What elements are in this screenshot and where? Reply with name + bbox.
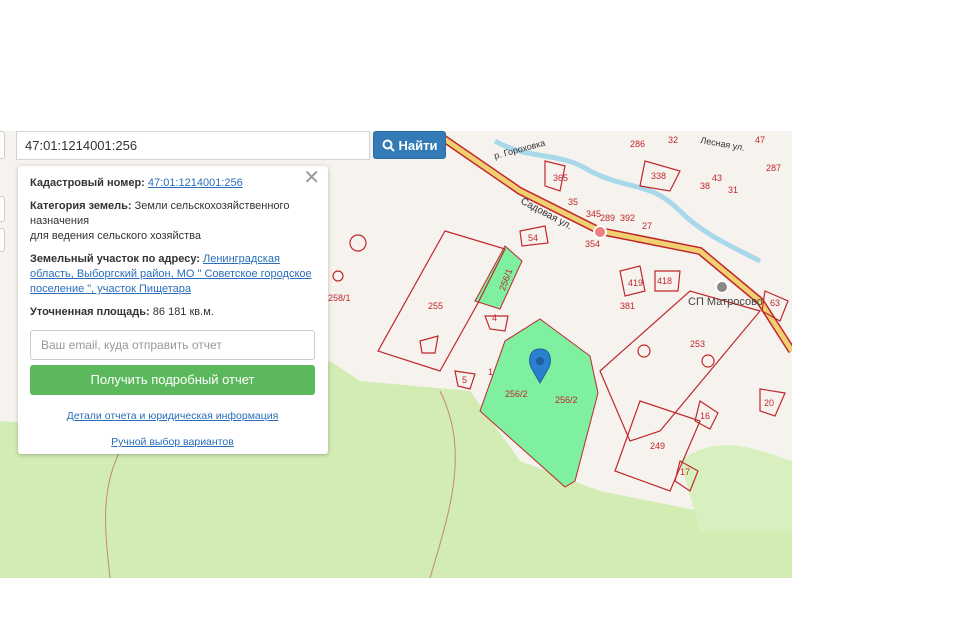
poi-icon <box>593 225 607 239</box>
parcel-label: 258/1 <box>328 293 351 303</box>
parcel-label: 392 <box>620 213 635 223</box>
parcel-label: 16 <box>700 411 710 421</box>
parcel-label: 4 <box>492 313 497 323</box>
cadastral-row: Кадастровый номер: 47:01:1214001:256 <box>30 176 316 191</box>
parcel-label: 354 <box>585 239 600 249</box>
manual-selection-link[interactable]: Ручной выбор вариантов <box>30 435 315 450</box>
parcel-label: 289 <box>600 213 615 223</box>
cadastral-link[interactable]: 47:01:1214001:256 <box>148 177 243 189</box>
find-button-label: Найти <box>398 137 438 153</box>
parcel-label: 20 <box>764 398 774 408</box>
parcel <box>349 234 367 252</box>
cadastral-label: Кадастровый номер: <box>30 177 145 189</box>
search-icon <box>382 139 395 152</box>
address-label: Земельный участок по адресу: <box>30 253 200 265</box>
search-input[interactable]: 47:01:1214001:256 <box>16 131 370 160</box>
parcel <box>701 354 715 368</box>
parcel-label: 31 <box>728 185 738 195</box>
zoom-out-button[interactable] <box>0 228 5 252</box>
parcel-label: 43 <box>712 173 722 183</box>
street-label: Лесная ул. <box>700 135 746 153</box>
parcel-label: 345 <box>586 209 601 219</box>
parcel-label: 256/2 <box>555 395 578 405</box>
parcel-label: 1 <box>488 367 493 377</box>
parcel-label: 381 <box>620 301 635 311</box>
parcel-label: 47 <box>755 135 765 145</box>
address-row: Земельный участок по адресу: Ленинградск… <box>30 252 316 297</box>
parcel-label: 63 <box>770 298 780 308</box>
email-field[interactable]: Ваш email, куда отправить отчет <box>30 330 315 360</box>
parcel-label: 54 <box>528 233 538 243</box>
parcel-label: 419 <box>628 278 643 288</box>
parcel <box>332 270 344 282</box>
parcel-label: 253 <box>690 339 705 349</box>
parcel-label: 287 <box>766 163 781 173</box>
parcel <box>637 344 651 358</box>
parcel-label: 17 <box>680 467 690 477</box>
close-icon[interactable]: ✕ <box>303 168 320 188</box>
parcel-label: 338 <box>651 171 666 181</box>
find-button[interactable]: Найти <box>373 131 446 159</box>
category-label: Категория земель: <box>30 200 132 212</box>
parcel-label: 256/2 <box>505 389 528 399</box>
area-row: Уточненная площадь: 86 181 кв.м. <box>30 305 316 320</box>
settlement-label: СП Матросово <box>688 296 763 308</box>
layer-button[interactable] <box>0 196 5 222</box>
settlement-icon <box>715 280 729 294</box>
parcel-label: 286 <box>630 139 645 149</box>
parcel-info-panel: ✕ Кадастровый номер: 47:01:1214001:256 К… <box>18 166 328 454</box>
area-value: 86 181 кв.м. <box>152 306 214 318</box>
area-label: Уточненная площадь: <box>30 306 150 318</box>
parcel-label: 418 <box>657 276 672 286</box>
parcel-label: 32 <box>668 135 678 145</box>
parcel <box>599 290 762 442</box>
parcel-label: 38 <box>700 181 710 191</box>
details-link[interactable]: Детали отчета и юридическая информация <box>30 409 315 424</box>
zoom-in-button[interactable] <box>0 131 5 159</box>
category-row: Категория земель: Земли сельскохозяйстве… <box>30 199 316 244</box>
parcel <box>419 335 439 354</box>
parcel-label: 27 <box>642 221 652 231</box>
get-report-button[interactable]: Получить подробный отчет <box>30 365 315 395</box>
parcel-label: 35 <box>568 197 578 207</box>
selected-parcel <box>474 245 523 310</box>
forest-area <box>680 445 792 531</box>
category-use: для ведения сельского хозяйства <box>30 230 202 242</box>
parcel-label: 249 <box>650 441 665 451</box>
parcel-label: 255 <box>428 301 443 311</box>
parcel-label: 365 <box>553 173 568 183</box>
parcel-label: 5 <box>462 375 467 385</box>
